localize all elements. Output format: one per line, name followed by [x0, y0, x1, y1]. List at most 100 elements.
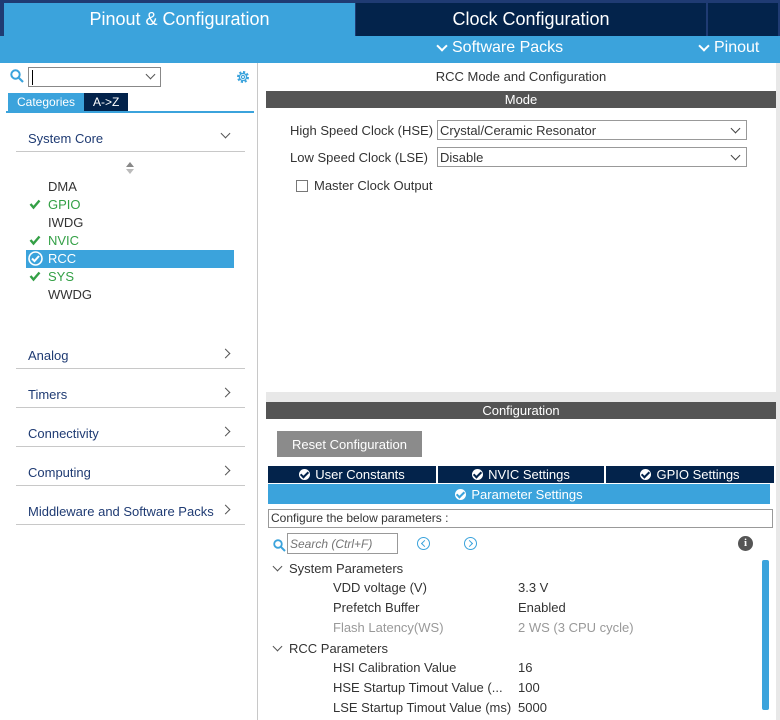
peripheral-label: SYS — [48, 269, 75, 284]
peripheral-gpio[interactable]: GPIO — [26, 196, 234, 214]
pinout-label: Pinout — [714, 39, 760, 56]
section-analog[interactable]: Analog — [16, 341, 245, 369]
chevron-down-icon — [436, 40, 448, 52]
category-search-row — [10, 67, 255, 89]
chevron-right-icon — [220, 504, 231, 515]
param-name: Prefetch Buffer — [333, 600, 420, 615]
info-icon[interactable]: i — [738, 536, 753, 551]
top-tab-bar: Pinout & Configuration Clock Configurati… — [0, 0, 780, 36]
chevron-down-icon — [730, 150, 741, 161]
gear-icon[interactable] — [235, 69, 251, 85]
param-name: HSI Calibration Value — [333, 660, 457, 675]
tab-pinout-configuration[interactable]: Pinout & Configuration — [4, 3, 355, 36]
checkbox-label: Master Clock Output — [314, 178, 433, 193]
window-edge — [776, 63, 780, 720]
reset-configuration-button[interactable]: Reset Configuration — [277, 431, 422, 457]
parameter-search-field[interactable] — [287, 533, 398, 554]
tab-nvic-settings[interactable]: NVIC Settings — [438, 466, 606, 483]
search-icon[interactable] — [10, 69, 24, 83]
peripheral-label: NVIC — [48, 233, 80, 248]
section-label: Connectivity — [28, 426, 99, 441]
tab-gpio-settings[interactable]: GPIO Settings — [606, 466, 774, 483]
chevron-down-icon[interactable] — [272, 561, 283, 571]
peripheral-iwdg[interactable]: IWDG — [26, 214, 234, 232]
chevron-down-icon — [698, 40, 710, 52]
peripheral-dma[interactable]: DMA — [26, 178, 234, 196]
hse-value: Crystal/Ceramic Resonator — [440, 123, 597, 138]
tab-extra[interactable] — [708, 3, 778, 36]
parameter-search-input[interactable] — [290, 535, 395, 552]
next-match-icon[interactable] — [464, 537, 477, 550]
param-value: Enabled — [518, 600, 566, 615]
software-packs-menu[interactable]: Software Packs — [436, 39, 564, 57]
peripheral-nvic[interactable]: NVIC — [26, 232, 234, 250]
parameters-description: Configure the below parameters : — [268, 509, 773, 528]
tab-label: NVIC Settings — [488, 467, 570, 482]
tab-clock-configuration[interactable]: Clock Configuration — [356, 3, 706, 36]
group-system-parameters[interactable]: System Parameters — [272, 559, 403, 577]
param-value: 5000 — [518, 700, 547, 715]
hse-select[interactable]: Crystal/Ceramic Resonator — [437, 120, 747, 140]
tab-user-constants[interactable]: User Constants — [268, 466, 438, 483]
panel-title: RCC Mode and Configuration — [435, 69, 607, 84]
tab-a-to-z[interactable]: A->Z — [84, 93, 129, 111]
software-packs-label: Software Packs — [452, 39, 564, 56]
sort-icon[interactable] — [125, 161, 135, 175]
peripheral-label: IWDG — [48, 215, 84, 230]
section-computing[interactable]: Computing — [16, 458, 245, 486]
param-row[interactable]: Flash Latency(WS) 2 WS (3 CPU cycle) — [333, 619, 763, 637]
param-row[interactable]: HSE Startup Timout Value (... 100 — [333, 679, 763, 697]
tab-categories[interactable]: Categories — [8, 93, 85, 111]
param-row[interactable]: HSI Calibration Value 16 — [333, 659, 763, 677]
tab-label: User Constants — [315, 467, 405, 482]
peripheral-label: GPIO — [48, 197, 81, 212]
lse-select[interactable]: Disable — [437, 147, 747, 167]
param-name: HSE Startup Timout Value (... — [333, 680, 503, 695]
check-icon — [29, 199, 41, 210]
section-timers[interactable]: Timers — [16, 380, 245, 408]
peripheral-label: DMA — [48, 179, 77, 194]
section-label: Analog — [28, 348, 69, 363]
section-label: System Core — [28, 131, 104, 146]
param-row[interactable]: VDD voltage (V) 3.3 V — [333, 579, 763, 597]
tab-label: Parameter Settings — [471, 486, 583, 502]
previous-match-icon[interactable] — [417, 537, 430, 550]
check-icon — [29, 235, 41, 246]
check-circle-icon — [28, 251, 43, 266]
peripheral-wwdg[interactable]: WWDG — [26, 286, 234, 304]
peripheral-rcc[interactable]: RCC — [26, 250, 234, 268]
param-row[interactable]: Prefetch Buffer Enabled — [333, 599, 763, 617]
param-name: VDD voltage (V) — [333, 580, 427, 595]
param-value: 2 WS (3 CPU cycle) — [518, 620, 634, 635]
checkbox-box[interactable] — [296, 179, 308, 192]
group-rcc-parameters[interactable]: RCC Parameters — [272, 639, 388, 657]
parameters-scrollbar[interactable] — [762, 560, 769, 710]
tab-parameter-settings[interactable]: Parameter Settings — [268, 484, 770, 504]
panel-splitter[interactable] — [266, 392, 780, 402]
chevron-down-icon[interactable] — [272, 641, 283, 651]
search-icon[interactable] — [273, 539, 286, 552]
section-system-core[interactable]: System Core — [16, 124, 245, 152]
check-circle-icon — [472, 469, 484, 480]
master-clock-output-checkbox[interactable]: Master Clock Output — [296, 178, 433, 193]
param-value: 100 — [518, 680, 540, 695]
section-connectivity[interactable]: Connectivity — [16, 419, 245, 447]
check-circle-icon — [455, 488, 467, 500]
chevron-down-icon[interactable] — [145, 69, 156, 80]
param-name: LSE Startup Timout Value (ms) — [333, 700, 512, 715]
chevron-down-icon — [220, 128, 231, 139]
mode-section-header: Mode — [266, 91, 776, 108]
param-name: Flash Latency(WS) — [333, 620, 444, 635]
param-row[interactable]: LSE Startup Timout Value (ms) 5000 — [333, 699, 763, 717]
check-icon — [29, 271, 41, 282]
section-middleware[interactable]: Middleware and Software Packs — [16, 497, 245, 525]
category-search-input[interactable] — [28, 67, 161, 87]
chevron-right-icon — [220, 348, 231, 359]
section-label: Middleware and Software Packs — [28, 504, 214, 519]
pinout-menu[interactable]: Pinout — [698, 39, 760, 57]
categories-panel: Categories A->Z System Core DMA GPIO IWD… — [0, 63, 258, 720]
config-tabs: User Constants NVIC Settings GPIO Settin… — [268, 466, 774, 483]
check-circle-icon — [640, 469, 652, 480]
peripheral-sys[interactable]: SYS — [26, 268, 234, 286]
chevron-right-icon — [220, 465, 231, 476]
